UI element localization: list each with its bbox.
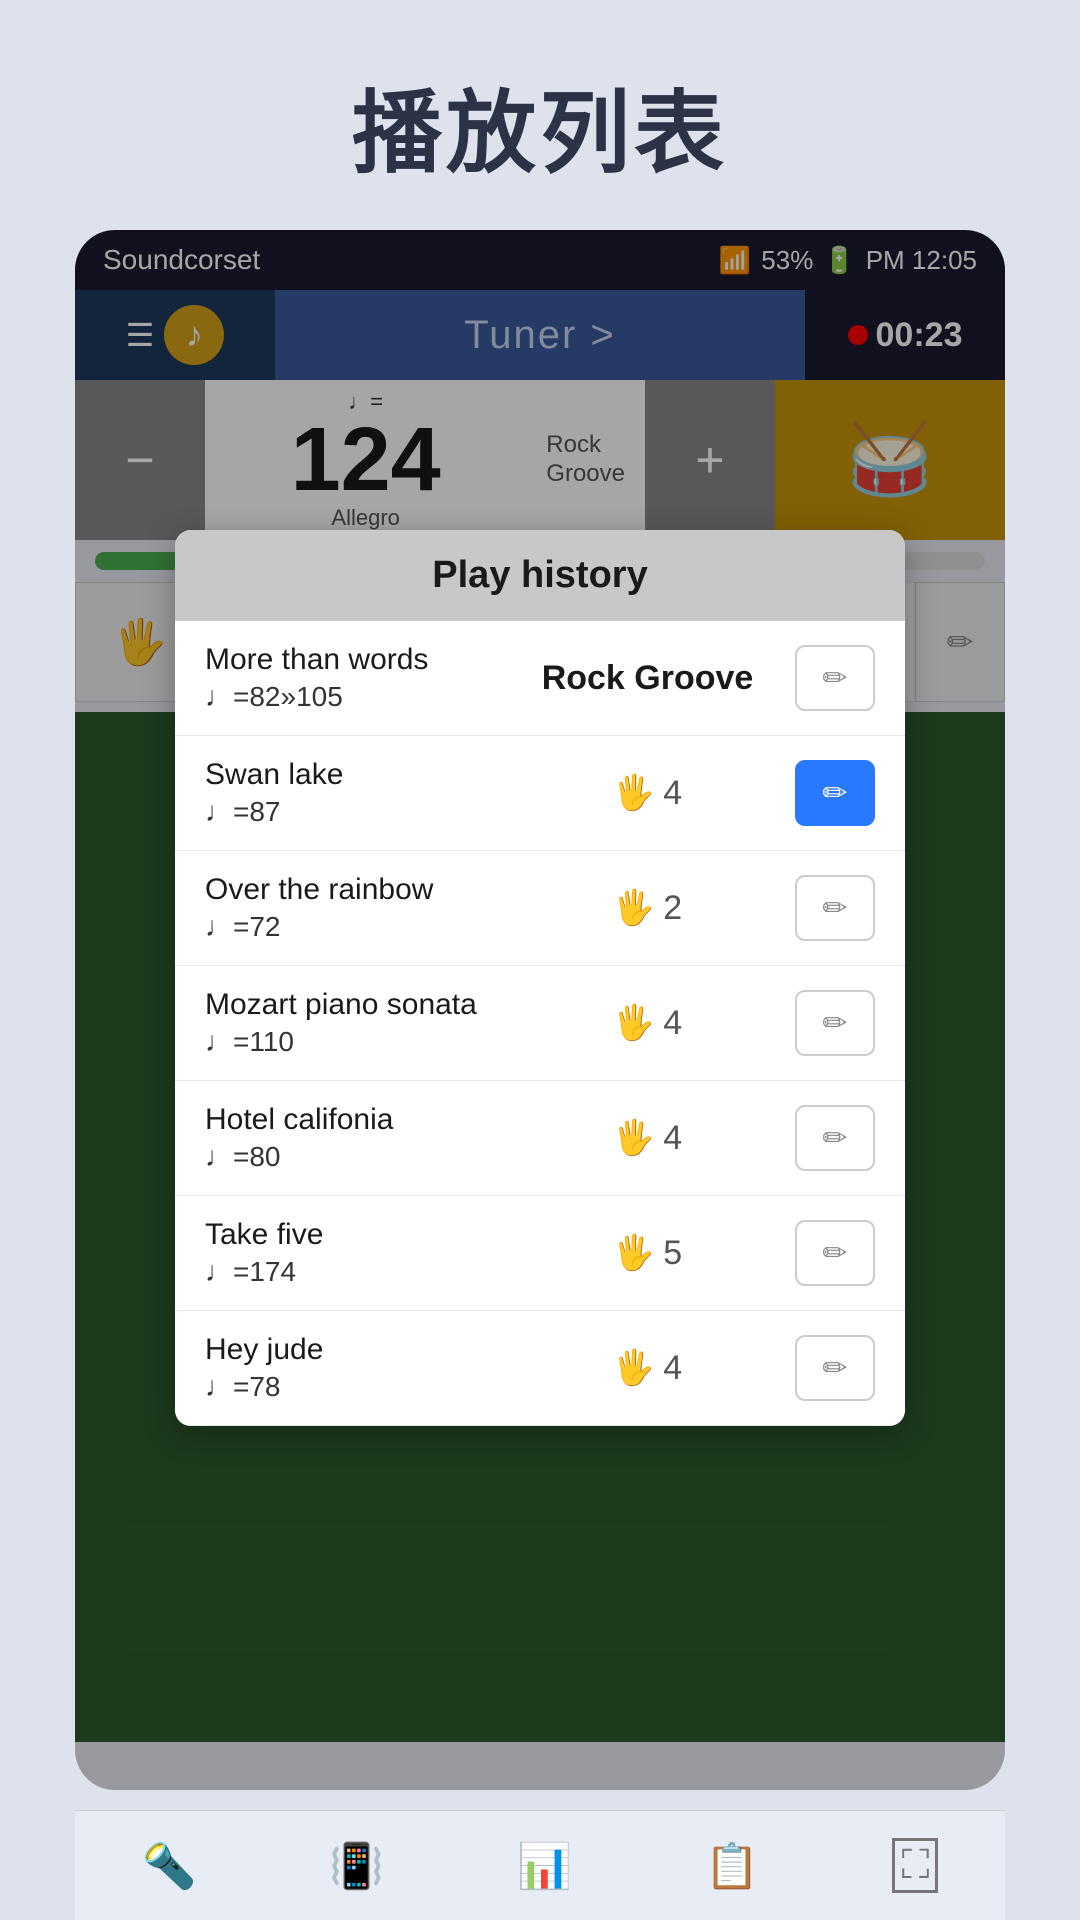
hand-beat-icon-1: 🖐 [613,773,655,813]
pencil-icon-2: ✏ [822,891,847,926]
history-edit-btn-1[interactable]: ✏ [795,760,875,826]
history-item-bpm-4: ♩=80 [205,1141,500,1173]
history-item[interactable]: Swan lake ♩=87 🖐4 ✏ [175,736,905,851]
history-item-genre-0: Rock Groove [500,659,795,698]
flashlight-icon: 🔦 [141,1840,196,1892]
pencil-icon-3: ✏ [822,1006,847,1041]
nav-fullscreen[interactable]: ⛶ [892,1838,938,1893]
bottom-nav: 🔦 📳 📊 📋 ⛶ [75,1810,1005,1920]
modal-overlay: Play history More than words ♩=82»105 Ro… [75,230,1005,1790]
history-item-name-0: More than words [205,643,500,677]
modal-title: Play history [432,554,647,596]
history-item-name-3: Mozart piano sonata [205,988,500,1022]
clipboard-icon: 📋 [705,1840,760,1892]
history-item-bpm-6: ♩=78 [205,1371,500,1403]
history-edit-btn-2[interactable]: ✏ [795,875,875,941]
history-item-beat-6: 🖐4 [500,1348,795,1388]
history-item-bpm-5: ♩=174 [205,1256,500,1288]
hand-beat-icon-6: 🖐 [613,1348,655,1388]
pencil-icon-6: ✏ [822,1351,847,1386]
history-item-beat-3: 🖐4 [500,1003,795,1043]
history-item-info-6: Hey jude ♩=78 [205,1333,500,1403]
pencil-icon-4: ✏ [822,1121,847,1156]
history-item-info-1: Swan lake ♩=87 [205,758,500,828]
pencil-icon-1: ✏ [822,776,847,811]
vibrate-icon: 📳 [329,1840,384,1892]
play-history-modal: Play history More than words ♩=82»105 Ro… [175,530,905,1426]
history-item-info-2: Over the rainbow ♩=72 [205,873,500,943]
history-item[interactable]: Over the rainbow ♩=72 🖐2 ✏ [175,851,905,966]
history-item-beat-1: 🖐4 [500,773,795,813]
history-item[interactable]: Hotel califonia ♩=80 🖐4 ✏ [175,1081,905,1196]
nav-chart[interactable]: 📊 [517,1840,572,1892]
history-item-info-4: Hotel califonia ♩=80 [205,1103,500,1173]
history-item-name-1: Swan lake [205,758,500,792]
nav-vibrate[interactable]: 📳 [329,1840,384,1892]
history-item-name-2: Over the rainbow [205,873,500,907]
history-edit-btn-0[interactable]: ✏ [795,645,875,711]
history-item-info-3: Mozart piano sonata ♩=110 [205,988,500,1058]
history-item-beat-2: 🖐2 [500,888,795,928]
history-item[interactable]: Mozart piano sonata ♩=110 🖐4 ✏ [175,966,905,1081]
page-title: 播放列表 [0,0,1080,230]
history-edit-btn-3[interactable]: ✏ [795,990,875,1056]
history-item-beat-5: 🖐5 [500,1233,795,1273]
fullscreen-icon: ⛶ [892,1838,938,1893]
history-edit-btn-4[interactable]: ✏ [795,1105,875,1171]
history-item-bpm-2: ♩=72 [205,911,500,943]
history-item-info-0: More than words ♩=82»105 [205,643,500,713]
history-item-name-4: Hotel califonia [205,1103,500,1137]
nav-flashlight[interactable]: 🔦 [141,1840,196,1892]
history-edit-btn-6[interactable]: ✏ [795,1335,875,1401]
hand-beat-icon-4: 🖐 [613,1118,655,1158]
hand-beat-icon-3: 🖐 [613,1003,655,1043]
chart-icon: 📊 [517,1840,572,1892]
history-item[interactable]: Hey jude ♩=78 🖐4 ✏ [175,1311,905,1426]
hand-beat-icon-5: 🖐 [613,1233,655,1273]
modal-header: Play history [175,530,905,621]
history-item-name-6: Hey jude [205,1333,500,1367]
pencil-icon-5: ✏ [822,1236,847,1271]
history-item-name-5: Take five [205,1218,500,1252]
history-item[interactable]: Take five ♩=174 🖐5 ✏ [175,1196,905,1311]
hand-beat-icon-2: 🖐 [613,888,655,928]
history-item[interactable]: More than words ♩=82»105 Rock Groove ✏ [175,621,905,736]
history-item-info-5: Take five ♩=174 [205,1218,500,1288]
modal-body: More than words ♩=82»105 Rock Groove ✏ S… [175,621,905,1426]
history-item-bpm-0: ♩=82»105 [205,681,500,713]
history-item-bpm-1: ♩=87 [205,796,500,828]
nav-clipboard[interactable]: 📋 [705,1840,760,1892]
history-edit-btn-5[interactable]: ✏ [795,1220,875,1286]
history-item-bpm-3: ♩=110 [205,1026,500,1058]
history-item-beat-4: 🖐4 [500,1118,795,1158]
pencil-icon-0: ✏ [822,661,847,696]
